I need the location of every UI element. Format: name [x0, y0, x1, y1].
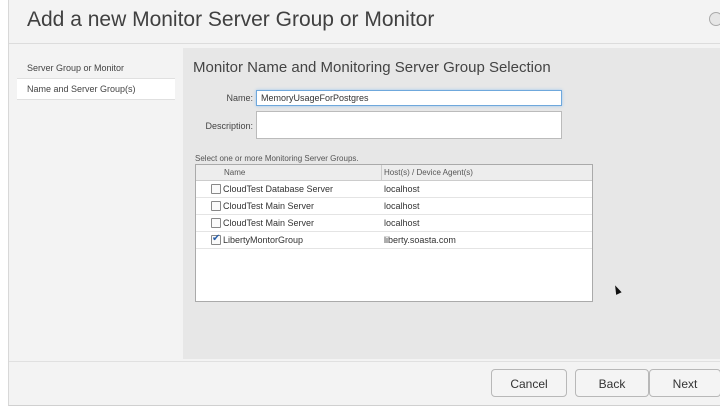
row-checkbox[interactable] [211, 184, 221, 194]
row-checkbox[interactable] [211, 218, 221, 228]
footer-divider [9, 361, 720, 362]
row-name: CloudTest Main Server [223, 218, 315, 228]
sidebar-item-name-and-server-groups[interactable]: Name and Server Group(s) [17, 78, 175, 100]
back-button[interactable]: Back [575, 369, 649, 397]
row-name: CloudTest Database Server [223, 184, 334, 194]
name-input[interactable] [256, 90, 562, 106]
add-monitor-dialog: Add a new Monitor Server Group or Monito… [8, 0, 720, 406]
description-input[interactable] [256, 111, 562, 139]
server-groups-table: Name Host(s) / Device Agent(s) CloudTest… [195, 164, 593, 302]
close-icon[interactable] [709, 12, 720, 26]
column-header-name[interactable]: Name [224, 168, 245, 177]
description-label: Description: [205, 121, 253, 131]
table-row[interactable]: CloudTest Main Server localhost [196, 215, 592, 232]
row-checkbox[interactable] [211, 201, 221, 211]
main-panel: Monitor Name and Monitoring Server Group… [183, 48, 720, 359]
row-name: CloudTest Main Server [223, 201, 315, 211]
table-row[interactable]: LibertyMontorGroup liberty.soasta.com [196, 232, 592, 249]
column-header-hosts[interactable]: Host(s) / Device Agent(s) [384, 168, 473, 177]
sidebar-item-server-group-or-monitor[interactable]: Server Group or Monitor [17, 58, 175, 78]
table-header: Name Host(s) / Device Agent(s) [196, 165, 592, 181]
column-divider[interactable] [381, 165, 382, 180]
instructions-text: Select one or more Monitoring Server Gro… [195, 154, 359, 163]
row-host: localhost [384, 201, 420, 211]
row-name: LibertyMontorGroup [223, 235, 304, 245]
next-button[interactable]: Next [649, 369, 720, 397]
row-host: localhost [384, 218, 420, 228]
header-divider [9, 43, 720, 44]
row-host: localhost [384, 184, 420, 194]
dialog-title: Add a new Monitor Server Group or Monito… [27, 8, 435, 31]
row-host: liberty.soasta.com [384, 235, 456, 245]
wizard-steps-sidebar: Server Group or Monitor Name and Server … [17, 58, 175, 100]
table-row[interactable]: CloudTest Database Server localhost [196, 181, 592, 198]
name-label: Name: [226, 93, 253, 103]
section-title: Monitor Name and Monitoring Server Group… [193, 59, 551, 76]
table-row[interactable]: CloudTest Main Server localhost [196, 198, 592, 215]
cancel-button[interactable]: Cancel [491, 369, 567, 397]
row-checkbox[interactable] [211, 233, 221, 245]
